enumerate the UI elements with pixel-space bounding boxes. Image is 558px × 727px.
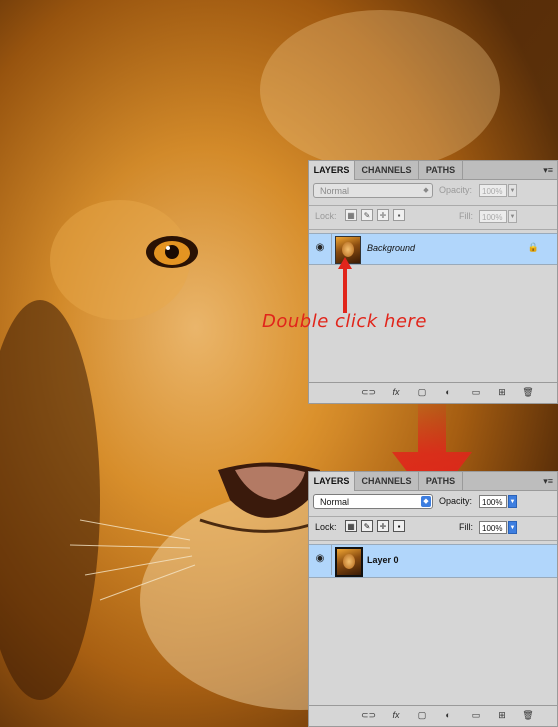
fx-icon[interactable]: fx bbox=[389, 387, 403, 397]
fill-dropdown-icon[interactable]: ▼ bbox=[508, 521, 517, 534]
opacity-label: Opacity: bbox=[439, 185, 473, 195]
fill-label: Fill: bbox=[459, 522, 473, 532]
divider bbox=[309, 516, 557, 517]
opacity-dropdown-icon[interactable]: ▼ bbox=[508, 495, 517, 508]
lock-all-icon[interactable]: ▪ bbox=[393, 209, 405, 221]
visibility-column: ◉ bbox=[309, 545, 332, 575]
tab-paths[interactable]: PATHS bbox=[419, 161, 463, 179]
trash-icon[interactable]: 🗑 bbox=[521, 387, 535, 398]
opacity-label: Opacity: bbox=[439, 496, 473, 506]
opacity-input[interactable]: 100% bbox=[479, 495, 507, 508]
lock-all-icon[interactable]: ▪ bbox=[393, 520, 405, 532]
blend-mode-select[interactable]: Normal ◆ bbox=[313, 494, 433, 509]
mask-icon[interactable]: ▢ bbox=[415, 387, 429, 398]
tab-channels[interactable]: CHANNELS bbox=[355, 161, 419, 179]
annotation-text: Double click here bbox=[262, 311, 427, 332]
fill-label: Fill: bbox=[459, 211, 473, 221]
panel-menu-icon[interactable]: ▾≡ bbox=[543, 475, 553, 487]
visibility-column: ◉ bbox=[309, 234, 332, 264]
trash-icon[interactable]: 🗑 bbox=[521, 710, 535, 721]
divider bbox=[309, 205, 557, 206]
pointer-arrow-icon bbox=[338, 257, 352, 313]
lock-pixels-icon[interactable]: ✎ bbox=[361, 520, 373, 532]
fill-input[interactable]: 100% bbox=[479, 521, 507, 534]
tab-layers[interactable]: LAYERS bbox=[309, 161, 355, 180]
fill-input[interactable]: 100% bbox=[479, 210, 507, 223]
opacity-input[interactable]: 100% bbox=[479, 184, 507, 197]
new-layer-icon[interactable]: ⊞ bbox=[495, 387, 509, 398]
lock-transparency-icon[interactable]: ▦ bbox=[345, 520, 357, 532]
lock-label: Lock: bbox=[315, 211, 337, 221]
blend-row: Normal ◆ Opacity: 100% ▼ bbox=[309, 493, 557, 513]
lock-transparency-icon[interactable]: ▦ bbox=[345, 209, 357, 221]
fill-dropdown-icon[interactable]: ▼ bbox=[508, 210, 517, 223]
blend-mode-value: Normal bbox=[320, 186, 350, 196]
panel-footer: ⊂⊃ fx ▢ ◐ ▭ ⊞ 🗑 bbox=[309, 382, 557, 403]
chevron-updown-icon: ◆ bbox=[423, 187, 429, 194]
lock-icon: 🔒 bbox=[527, 242, 539, 252]
adjustment-icon[interactable]: ◐ bbox=[441, 387, 455, 397]
layer-row-layer-0[interactable]: ◉ Layer 0 bbox=[309, 544, 557, 578]
eye-icon[interactable]: ◉ bbox=[313, 553, 327, 565]
lock-pixels-icon[interactable]: ✎ bbox=[361, 209, 373, 221]
new-layer-icon[interactable]: ⊞ bbox=[495, 710, 509, 721]
fx-icon[interactable]: fx bbox=[389, 710, 403, 720]
mask-icon[interactable]: ▢ bbox=[415, 710, 429, 721]
tab-layers[interactable]: LAYERS bbox=[309, 472, 355, 491]
chevron-updown-icon: ◆ bbox=[421, 496, 431, 507]
tab-paths[interactable]: PATHS bbox=[419, 472, 463, 490]
blend-row: Normal ◆ Opacity: 100% ▼ bbox=[309, 182, 557, 202]
lock-position-icon[interactable]: ✛ bbox=[377, 520, 389, 532]
adjustment-icon[interactable]: ◐ bbox=[441, 710, 455, 720]
divider bbox=[309, 540, 557, 541]
layer-name[interactable]: Layer 0 bbox=[367, 555, 399, 565]
panel-tabs: LAYERS CHANNELS PATHS ▾≡ bbox=[309, 472, 557, 491]
link-icon[interactable]: ⊂⊃ bbox=[361, 710, 376, 721]
lock-position-icon[interactable]: ✛ bbox=[377, 209, 389, 221]
panel-menu-icon[interactable]: ▾≡ bbox=[543, 164, 553, 176]
opacity-dropdown-icon[interactable]: ▼ bbox=[508, 184, 517, 197]
layer-name[interactable]: Background bbox=[367, 243, 415, 253]
lock-label: Lock: bbox=[315, 522, 337, 532]
blend-mode-value: Normal bbox=[320, 497, 350, 507]
panel-footer: ⊂⊃ fx ▢ ◐ ▭ ⊞ 🗑 bbox=[309, 705, 557, 726]
link-icon[interactable]: ⊂⊃ bbox=[361, 387, 376, 398]
tab-channels[interactable]: CHANNELS bbox=[355, 472, 419, 490]
layer-thumbnail[interactable] bbox=[335, 547, 363, 577]
group-folder-icon[interactable]: ▭ bbox=[469, 710, 483, 721]
blend-mode-select[interactable]: Normal ◆ bbox=[313, 183, 433, 198]
lock-row: Lock: ▦ ✎ ✛ ▪ Fill: 100% ▼ bbox=[309, 209, 557, 225]
panel-tabs: LAYERS CHANNELS PATHS ▾≡ bbox=[309, 161, 557, 180]
divider bbox=[309, 229, 557, 230]
layers-panel-after: LAYERS CHANNELS PATHS ▾≡ Normal ◆ Opacit… bbox=[308, 471, 558, 727]
eye-icon[interactable]: ◉ bbox=[313, 242, 327, 254]
lock-row: Lock: ▦ ✎ ✛ ▪ Fill: 100% ▼ bbox=[309, 520, 557, 536]
group-folder-icon[interactable]: ▭ bbox=[469, 387, 483, 398]
